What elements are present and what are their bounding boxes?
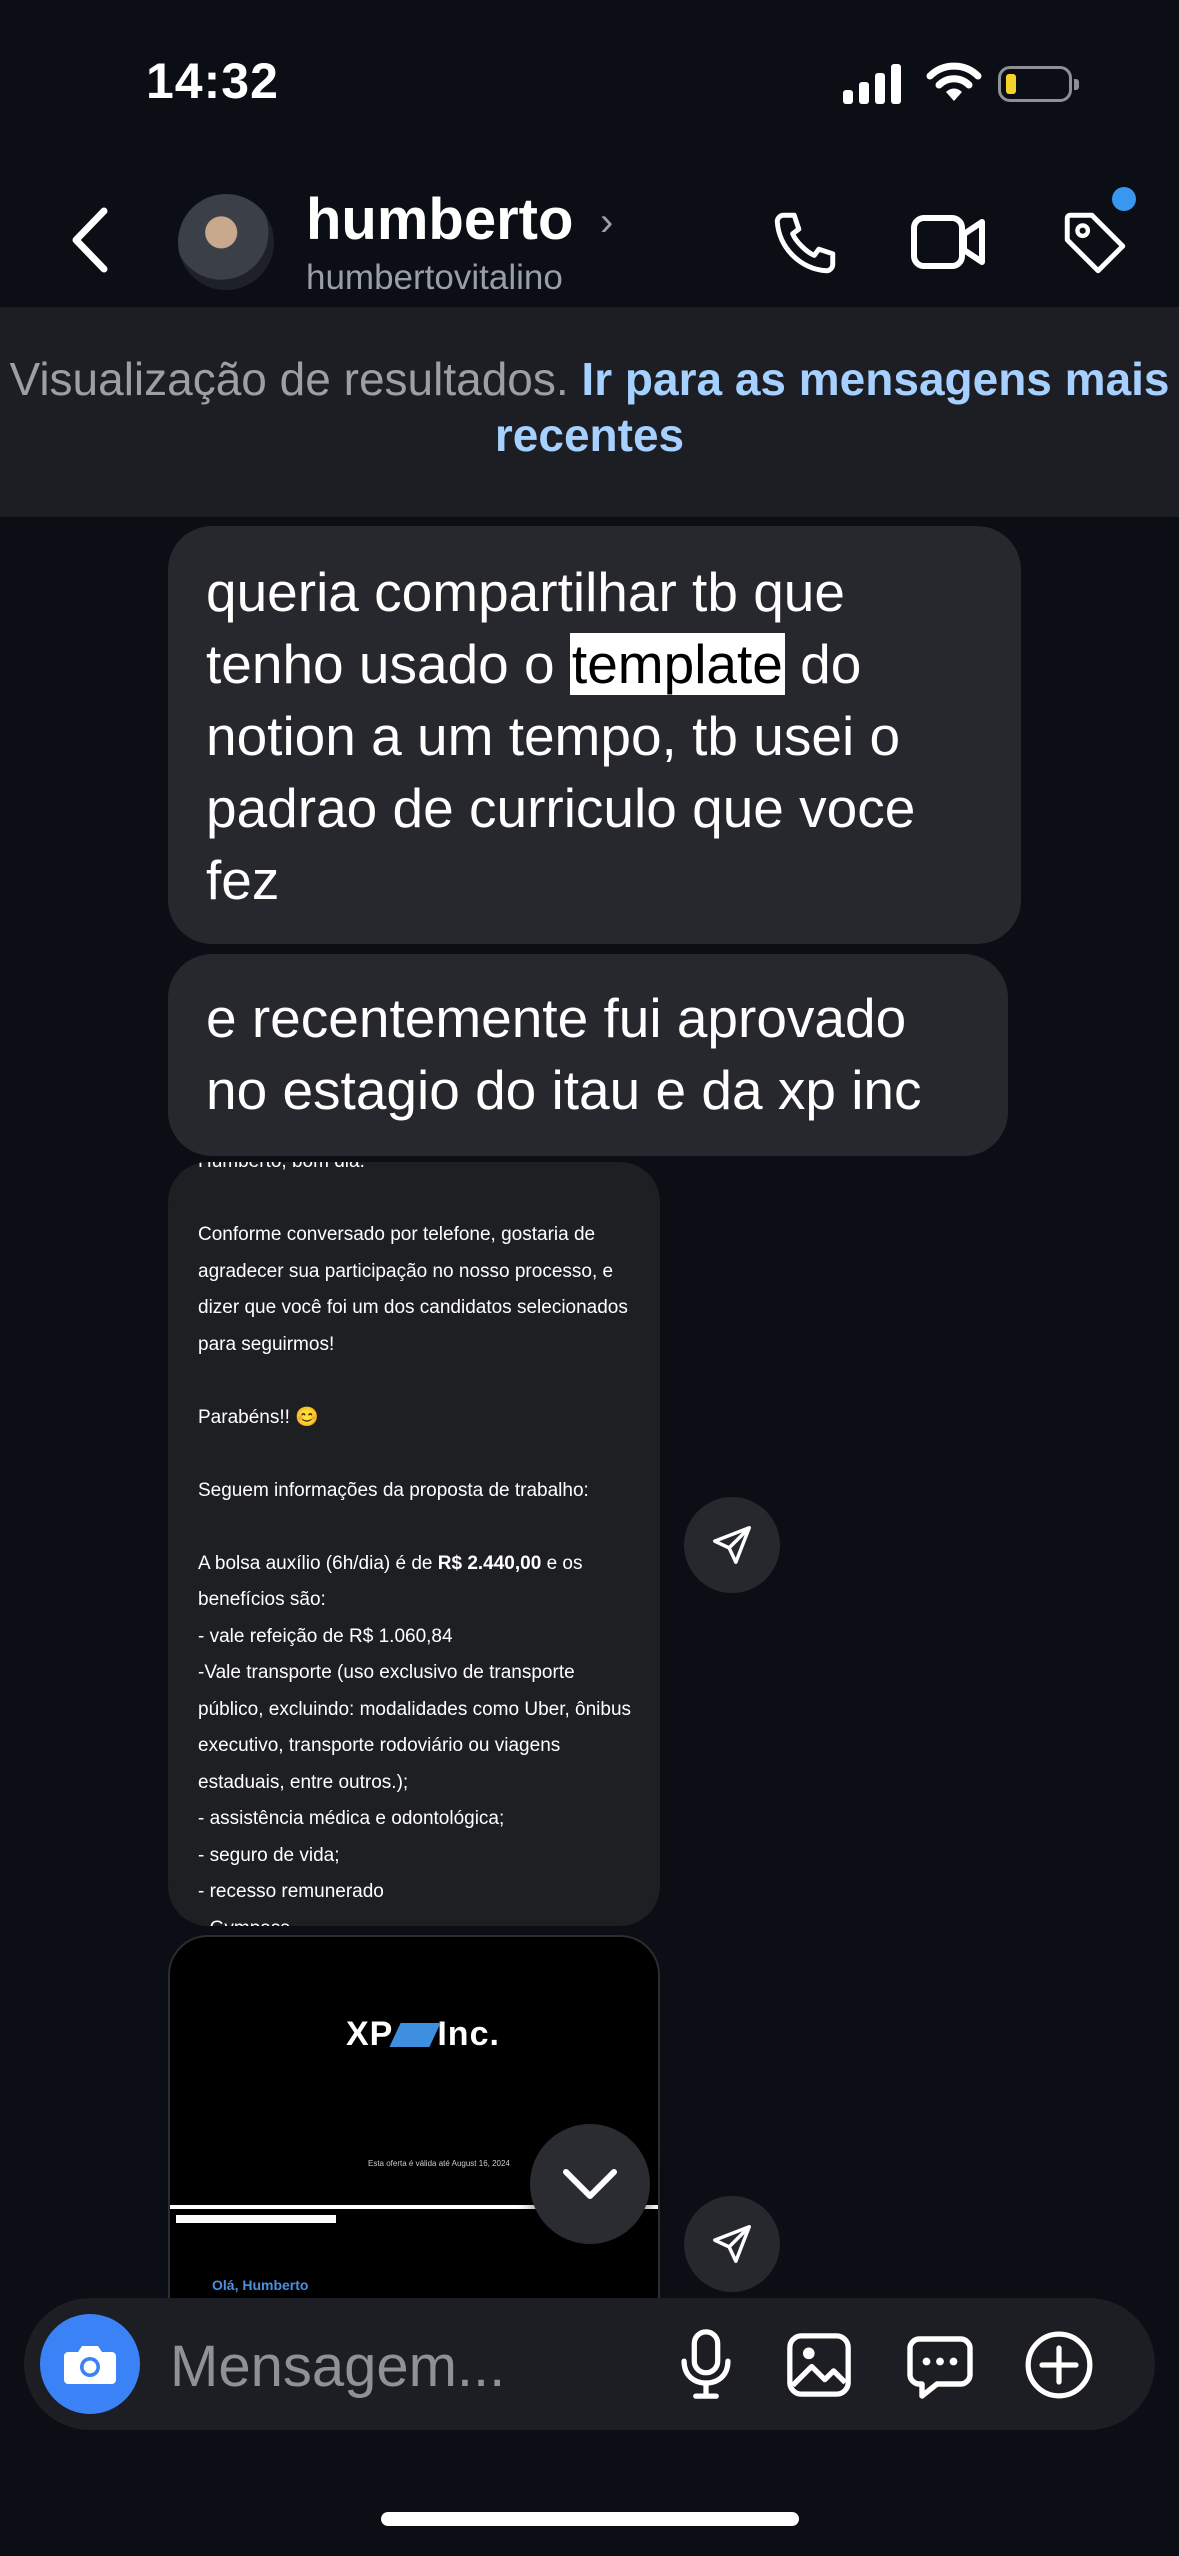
jump-to-recent-link[interactable]: Ir para as mensagens mais recentes <box>495 353 1170 461</box>
benefit-item: - vale refeição de R$ 1.060,84 <box>198 1625 453 1647</box>
message-text: e recentemente fui aprovado no estagio d… <box>206 987 922 1121</box>
email-paragraph: A bolsa auxílio (6h/dia) é de <box>198 1552 438 1574</box>
divider <box>176 2215 336 2223</box>
home-indicator <box>381 2512 799 2526</box>
back-icon[interactable] <box>68 205 112 275</box>
share-button[interactable] <box>684 2196 780 2292</box>
email-paragraph: Parabéns!! 😊 <box>198 1406 319 1428</box>
offer-pdf-message[interactable]: XP Inc. Esta oferta é válida até August 1… <box>168 1935 660 2305</box>
camera-icon <box>64 2346 116 2384</box>
camera-button[interactable] <box>40 2314 140 2414</box>
email-screenshot-message[interactable]: Humberto, bom dia. Conforme conversado p… <box>168 1162 660 1926</box>
message-bubble[interactable]: e recentemente fui aprovado no estagio d… <box>168 954 1008 1156</box>
banner-text: Visualização de resultados. <box>9 353 582 405</box>
message-input[interactable] <box>168 2330 642 2402</box>
email-paragraph: Seguem informações da proposta de trabal… <box>198 1479 589 1501</box>
add-icon[interactable] <box>1022 2328 1096 2402</box>
sticker-icon[interactable] <box>904 2330 976 2402</box>
search-results-banner: Visualização de resultados. Ir para as m… <box>0 307 1179 517</box>
gallery-icon[interactable] <box>784 2330 854 2400</box>
pdf-greeting: Olá, Humberto <box>212 2277 309 2293</box>
email-paragraph: Conforme conversado por telefone, gostar… <box>198 1224 634 1355</box>
microphone-icon[interactable] <box>670 2326 742 2402</box>
message-bubble[interactable]: queria compartilhar tb que tenho usado o… <box>168 526 1021 944</box>
send-icon <box>713 1526 751 1564</box>
contact-handle[interactable]: humbertovitalino <box>306 258 563 298</box>
avatar[interactable] <box>178 194 274 290</box>
scroll-to-bottom-button[interactable] <box>530 2124 650 2244</box>
battery-icon <box>998 66 1079 102</box>
search-highlight: template <box>569 633 785 695</box>
wifi-icon <box>926 62 982 101</box>
chevron-right-icon[interactable]: › <box>600 200 613 245</box>
contact-username[interactable]: humberto <box>306 186 573 253</box>
email-body: Humberto, bom dia. Conforme conversado p… <box>198 1162 638 1926</box>
status-time: 14:32 <box>146 53 279 109</box>
xp-logo: XP Inc. <box>346 2015 500 2053</box>
salary-amount: R$ 2.440,00 <box>437 1552 542 1574</box>
send-icon <box>713 2225 751 2263</box>
signal-icon <box>843 64 901 104</box>
benefit-item: - seguro de vida; <box>198 1844 340 1866</box>
share-button[interactable] <box>684 1497 780 1593</box>
offer-validity-text: Esta oferta é válida até August 16, 2024 <box>368 2159 510 2168</box>
benefit-item: - recesso remunerado <box>198 1881 384 1902</box>
email-greeting: Humberto, bom dia. <box>198 1162 365 1172</box>
chevron-down-icon <box>563 2169 617 2199</box>
notification-dot <box>1112 187 1136 211</box>
benefit-item: - assistência médica e odontológica; <box>198 1808 505 1829</box>
tag-icon[interactable] <box>1058 206 1132 280</box>
phone-icon[interactable] <box>768 206 842 280</box>
benefit-item: -Vale transporte (uso exclusivo de trans… <box>198 1662 637 1793</box>
benefit-item: - Gympass <box>198 1918 290 1927</box>
video-icon[interactable] <box>910 212 986 272</box>
